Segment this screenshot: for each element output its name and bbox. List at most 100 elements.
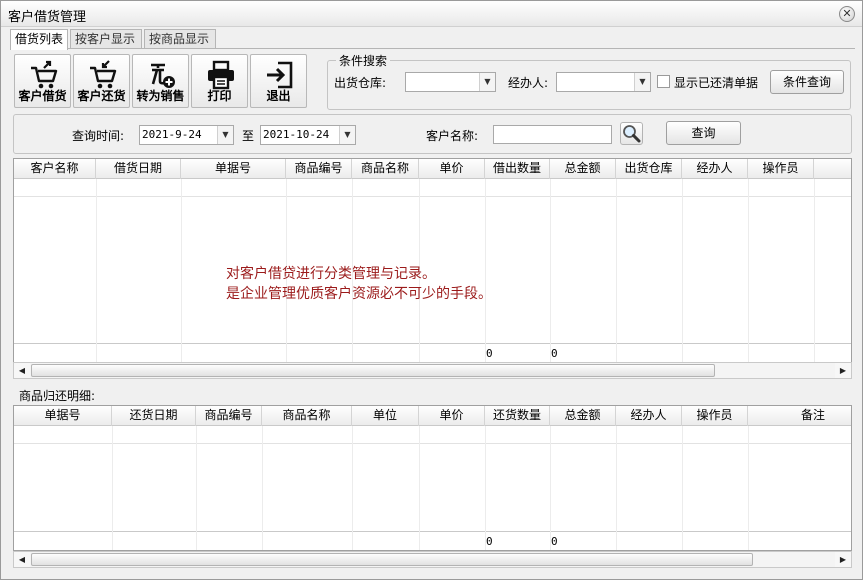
tab-borrow-list[interactable]: 借货列表 <box>10 29 68 50</box>
date-to-picker[interactable]: 2021-10-24 ▼ <box>260 125 356 145</box>
return-grid-hscrollbar[interactable]: ◀ ▶ <box>13 551 852 568</box>
col-handler[interactable]: 经办人 <box>616 406 682 426</box>
date-to-separator: 至 <box>242 129 255 143</box>
close-icon: ✕ <box>842 7 852 20</box>
tab-divider <box>10 48 855 49</box>
borrow-grid-hscrollbar[interactable]: ◀ ▶ <box>13 362 852 379</box>
grid-col-line <box>196 426 197 550</box>
grid-col-line <box>748 426 749 550</box>
window-title: 客户借货管理 <box>8 10 87 25</box>
grid-col-line <box>112 426 113 550</box>
grid-row-line <box>14 196 851 197</box>
borrow-management-window: 客户借货管理 ✕ 借货列表 按客户显示 按商品显示 客户借货 客户还货 转为销售 <box>0 0 863 580</box>
return-details-label: 商品归还明细: <box>19 389 96 403</box>
warehouse-select[interactable]: ▼ <box>405 72 496 92</box>
scroll-right-icon[interactable]: ▶ <box>835 363 851 378</box>
feature-line-2: 是企业管理优质客户资源必不可少的手段。 <box>226 286 492 302</box>
condition-query-button[interactable]: 条件查询 <box>770 70 844 94</box>
col-return-qty[interactable]: 还货数量 <box>485 406 550 426</box>
show-returned-label: 显示已还清单据 <box>674 76 759 90</box>
chevron-down-icon[interactable]: ▼ <box>217 126 233 144</box>
borrow-grid-header: 客户名称 借货日期 单据号 商品编号 商品名称 单价 借出数量 总金额 出货仓库… <box>14 159 851 179</box>
date-from-value: 2021-9-24 <box>142 128 202 141</box>
show-returned-checkbox[interactable] <box>657 75 670 88</box>
condition-search-group: 条件搜索 出货仓库: ▼ 经办人: ▼ 显示已还清单据 条件查询 <box>327 52 851 110</box>
scroll-thumb[interactable] <box>31 364 715 377</box>
exit-button[interactable]: 退出 <box>250 54 307 108</box>
return-details-grid[interactable]: 单据号 还货日期 商品编号 商品名称 单位 单价 还货数量 总金额 经办人 操作… <box>13 405 852 551</box>
feature-line-1: 对客户借贷进行分类管理与记录。 <box>226 266 436 282</box>
col-return-date[interactable]: 还货日期 <box>112 406 196 426</box>
borrow-list-grid[interactable]: 客户名称 借货日期 单据号 商品编号 商品名称 单价 借出数量 总金额 出货仓库… <box>13 158 852 363</box>
tab-by-product[interactable]: 按商品显示 <box>144 29 216 49</box>
return-amount-total: 0 <box>551 535 558 548</box>
col-product-name[interactable]: 商品名称 <box>352 159 419 179</box>
col-customer-name[interactable]: 客户名称 <box>14 159 96 179</box>
col-total-amount[interactable]: 总金额 <box>550 159 616 179</box>
col-borrow-date[interactable]: 借货日期 <box>96 159 181 179</box>
customer-return-button[interactable]: 客户还货 <box>73 54 130 108</box>
exit-label: 退出 <box>266 89 291 103</box>
col-borrow-qty[interactable]: 借出数量 <box>485 159 550 179</box>
col-product-name[interactable]: 商品名称 <box>262 406 352 426</box>
date-from-picker[interactable]: 2021-9-24 ▼ <box>139 125 234 145</box>
grid-footer-line <box>14 343 851 344</box>
handler-label: 经办人: <box>508 76 549 90</box>
grid-col-line <box>616 179 617 362</box>
col-unit-price[interactable]: 单价 <box>419 159 485 179</box>
chevron-down-icon[interactable]: ▼ <box>339 126 355 144</box>
chevron-down-icon[interactable]: ▼ <box>479 73 495 91</box>
customer-return-label: 客户还货 <box>77 89 126 103</box>
grid-col-line <box>550 426 551 550</box>
chevron-down-icon[interactable]: ▼ <box>634 73 650 91</box>
grid-col-line <box>682 179 683 362</box>
grid-row-line <box>14 443 851 444</box>
col-operator[interactable]: 操作员 <box>682 406 748 426</box>
customer-borrow-label: 客户借货 <box>18 89 67 103</box>
close-button[interactable]: ✕ <box>839 6 855 22</box>
grid-footer-line <box>14 531 851 532</box>
col-product-code[interactable]: 商品编号 <box>286 159 352 179</box>
convert-to-sale-label: 转为销售 <box>136 89 185 103</box>
handler-select[interactable]: ▼ <box>556 72 651 92</box>
grid-col-line <box>550 179 551 362</box>
col-doc-number[interactable]: 单据号 <box>14 406 112 426</box>
return-grid-header: 单据号 还货日期 商品编号 商品名称 单位 单价 还货数量 总金额 经办人 操作… <box>14 406 851 426</box>
scroll-thumb[interactable] <box>31 553 753 566</box>
scroll-left-icon[interactable]: ◀ <box>14 363 30 378</box>
col-unit[interactable]: 单位 <box>352 406 419 426</box>
borrow-qty-total: 0 <box>486 347 493 360</box>
customer-borrow-button[interactable]: 客户借货 <box>14 54 71 108</box>
return-qty-total: 0 <box>486 535 493 548</box>
grid-col-line <box>616 426 617 550</box>
query-button[interactable]: 查询 <box>666 121 741 145</box>
col-total-amount[interactable]: 总金额 <box>550 406 616 426</box>
condition-search-legend: 条件搜索 <box>336 52 391 69</box>
grid-col-line <box>485 426 486 550</box>
col-operator[interactable]: 操作员 <box>748 159 814 179</box>
scroll-left-icon[interactable]: ◀ <box>14 552 30 567</box>
col-product-code[interactable]: 商品编号 <box>196 406 262 426</box>
query-panel: 查询时间: 2021-9-24 ▼ 至 2021-10-24 ▼ 客户名称: 查… <box>13 114 852 154</box>
query-time-label: 查询时间: <box>72 129 125 143</box>
scroll-right-icon[interactable]: ▶ <box>835 552 851 567</box>
col-remarks[interactable]: 备注 <box>748 406 851 426</box>
grid-col-line <box>181 179 182 362</box>
grid-col-line <box>682 426 683 550</box>
tab-by-customer[interactable]: 按客户显示 <box>70 29 142 49</box>
print-button[interactable]: 打印 <box>191 54 248 108</box>
col-unit-price[interactable]: 单价 <box>419 406 485 426</box>
col-doc-number[interactable]: 单据号 <box>181 159 286 179</box>
customer-name-label: 客户名称: <box>426 129 479 143</box>
grid-col-line <box>262 426 263 550</box>
customer-search-button[interactable] <box>620 122 643 145</box>
customer-name-input[interactable] <box>493 125 612 144</box>
magnifier-icon <box>623 125 641 143</box>
warehouse-label: 出货仓库: <box>334 76 387 90</box>
borrow-amount-total: 0 <box>551 347 558 360</box>
feature-description: 对客户借贷进行分类管理与记录。 是企业管理优质客户资源必不可少的手段。 <box>226 264 492 304</box>
title-bar: 客户借货管理 ✕ <box>1 1 862 27</box>
col-warehouse[interactable]: 出货仓库 <box>616 159 682 179</box>
col-handler[interactable]: 经办人 <box>682 159 748 179</box>
convert-to-sale-button[interactable]: 转为销售 <box>132 54 189 108</box>
